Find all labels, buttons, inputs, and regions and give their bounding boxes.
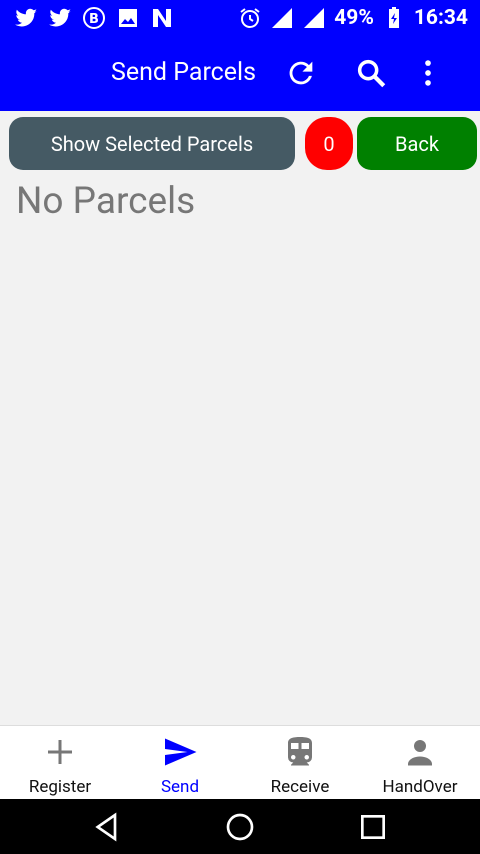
bitcoin-icon: B [83, 7, 105, 29]
show-selected-parcels-button[interactable]: Show Selected Parcels [9, 117, 295, 170]
plus-icon [48, 740, 72, 764]
app-bar: Send Parcels [0, 36, 480, 111]
nav-item-register[interactable]: Register [0, 726, 120, 800]
home-circle-icon[interactable] [224, 811, 256, 843]
send-icon [165, 738, 197, 766]
status-bar: B 49% 16:34 [0, 0, 480, 36]
system-nav-bar [0, 799, 480, 854]
recents-square-icon[interactable] [357, 811, 389, 843]
person-icon [408, 740, 432, 766]
more-vert-icon[interactable] [411, 56, 445, 90]
page-title: Send Parcels [111, 58, 257, 87]
nav-item-handover[interactable]: HandOver [360, 726, 480, 800]
clock: 16:34 [413, 6, 468, 30]
nav-item-receive[interactable]: Receive [240, 726, 360, 800]
battery-charging-icon [388, 7, 399, 28]
train-icon [288, 737, 312, 766]
image-icon [119, 9, 137, 27]
svg-text:B: B [89, 12, 99, 27]
twitter-icon [15, 8, 37, 27]
nav-item-label: Receive [270, 777, 330, 797]
empty-message: No Parcels [16, 180, 196, 223]
search-icon[interactable] [354, 56, 388, 90]
back-triangle-icon[interactable] [91, 811, 123, 843]
refresh-icon[interactable] [284, 56, 318, 90]
signal-icon [272, 8, 293, 28]
battery-percent: 49% [334, 6, 374, 30]
nav-item-label: Register [28, 777, 92, 797]
nav-item-label: HandOver [382, 777, 458, 797]
alarm-icon [240, 8, 260, 28]
nav-item-label: Send [160, 777, 200, 797]
nav-item-send[interactable]: Send [120, 726, 240, 800]
bottom-nav: Register Send Receive HandOver [0, 725, 480, 800]
back-button[interactable]: Back [357, 117, 477, 170]
twitter-icon [49, 8, 71, 27]
selected-count-badge[interactable]: 0 [305, 117, 353, 170]
signal-icon [304, 8, 325, 28]
n-app-icon [153, 9, 171, 27]
